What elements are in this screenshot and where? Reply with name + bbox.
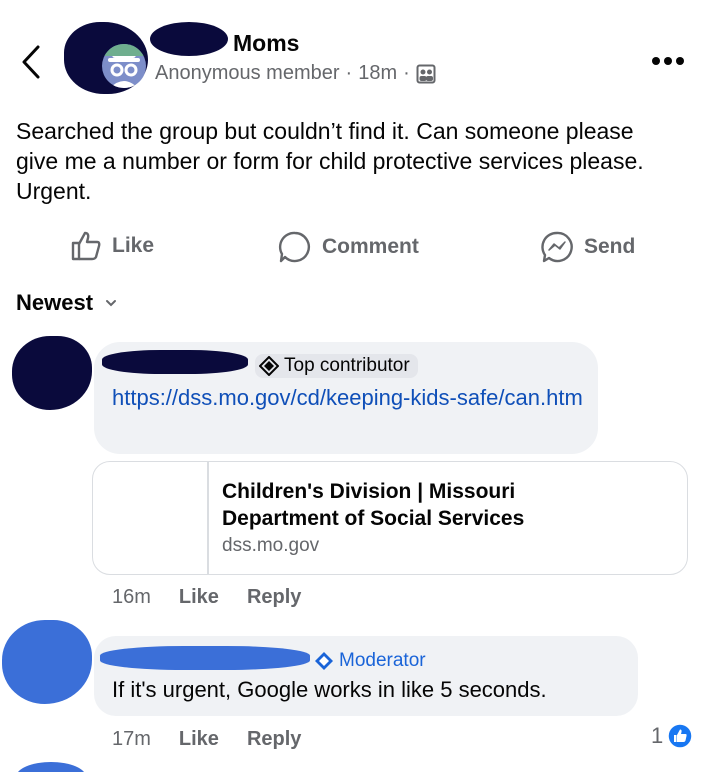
chevron-down-icon xyxy=(105,298,117,308)
author-name[interactable]: Anonymous member xyxy=(155,62,340,85)
commenter-avatar-redacted[interactable] xyxy=(2,620,92,704)
messenger-icon xyxy=(540,230,574,264)
reaction-count-value: 1 xyxy=(651,723,664,748)
back-button[interactable] xyxy=(18,44,44,80)
anonymous-avatar[interactable] xyxy=(102,44,146,88)
meta-separator: · xyxy=(345,62,353,84)
post-text: Searched the group but couldn’t find it.… xyxy=(16,118,644,204)
like-reaction-icon xyxy=(667,723,693,749)
commenter-avatar-redacted[interactable] xyxy=(12,336,92,410)
post-meta: Anonymous member · 18m · xyxy=(155,62,436,85)
sort-label: Newest xyxy=(16,290,94,315)
moderator-badge[interactable]: Moderator xyxy=(314,650,426,672)
badge-label: Moderator xyxy=(339,650,426,671)
more-options-button[interactable] xyxy=(651,56,685,66)
comment-meta: 17m Like Reply xyxy=(112,728,301,751)
comment-text: If it's urgent, Google works in like 5 s… xyxy=(112,677,547,702)
link-preview-domain: dss.mo.gov xyxy=(222,535,320,556)
thumbs-up-icon xyxy=(70,230,102,262)
diamond-icon xyxy=(259,356,279,376)
badge-label: Top contributor xyxy=(284,355,410,376)
meta-separator: · xyxy=(403,62,410,84)
sort-dropdown[interactable]: Newest xyxy=(16,290,117,316)
top-contributor-badge[interactable]: Top contributor xyxy=(255,354,418,378)
comment-link[interactable]: https://dss.mo.gov/cd/keeping-kids-safe/… xyxy=(112,382,587,414)
reaction-count[interactable]: 1 xyxy=(651,723,693,749)
chevron-left-icon xyxy=(22,45,40,79)
send-button[interactable]: Send xyxy=(540,230,635,264)
author-name-redacted xyxy=(150,22,228,56)
post-time[interactable]: 18m xyxy=(358,62,397,85)
commenter-name-redacted[interactable] xyxy=(100,646,310,670)
moderator-shield-icon xyxy=(314,651,334,671)
like-label: Like xyxy=(112,234,155,257)
comment-label: Comment xyxy=(322,235,419,258)
commenter-name-redacted[interactable] xyxy=(102,350,248,374)
comment-reply-button[interactable]: Reply xyxy=(247,586,301,609)
send-label: Send xyxy=(584,235,636,258)
comment-time[interactable]: 16m xyxy=(112,586,151,609)
comment-icon xyxy=(278,230,312,264)
comment-like-button[interactable]: Like xyxy=(179,728,219,751)
link-preview-title[interactable]: Children's Division | Missouri Departmen… xyxy=(222,478,622,532)
like-button[interactable]: Like xyxy=(70,230,154,262)
link-preview-divider xyxy=(207,462,209,574)
comment-time[interactable]: 17m xyxy=(112,728,151,751)
comment-meta: 16m Like Reply xyxy=(112,586,301,609)
more-icon xyxy=(652,57,684,65)
group-privacy-icon xyxy=(416,64,436,84)
group-name[interactable]: Moms xyxy=(233,30,299,57)
comment-button[interactable]: Comment xyxy=(278,230,419,264)
comment-like-button[interactable]: Like xyxy=(179,586,219,609)
comment-reply-button[interactable]: Reply xyxy=(247,728,301,751)
next-commenter-avatar-redacted[interactable] xyxy=(16,762,86,772)
